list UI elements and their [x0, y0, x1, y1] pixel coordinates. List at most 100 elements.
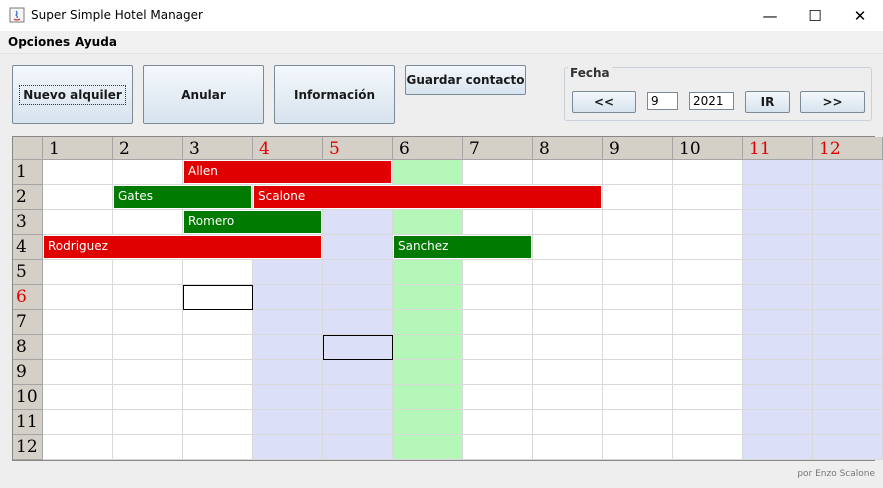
grid-cell[interactable] — [533, 285, 603, 310]
grid-cell[interactable] — [393, 335, 463, 360]
grid-cell[interactable] — [813, 260, 883, 285]
grid-cell[interactable] — [393, 410, 463, 435]
grid-cell[interactable] — [113, 360, 183, 385]
booking-bar[interactable]: Gates — [113, 185, 252, 209]
grid-cell[interactable] — [813, 210, 883, 235]
grid-cell[interactable] — [253, 360, 323, 385]
grid-cell[interactable] — [183, 360, 253, 385]
booking-bar[interactable]: Romero — [183, 210, 322, 234]
grid-cell[interactable] — [253, 385, 323, 410]
grid-cell[interactable] — [113, 335, 183, 360]
grid-cell[interactable] — [43, 335, 113, 360]
maximize-button[interactable]: ☐ — [792, 0, 838, 31]
grid-cell[interactable] — [813, 335, 883, 360]
grid-cell[interactable] — [603, 385, 673, 410]
grid-cell[interactable] — [113, 210, 183, 235]
cancel-button[interactable]: Anular — [143, 65, 264, 124]
grid-cell[interactable] — [253, 310, 323, 335]
grid-cell[interactable] — [113, 385, 183, 410]
grid-cell[interactable] — [463, 435, 533, 460]
grid-cell[interactable] — [813, 235, 883, 260]
grid-cell[interactable] — [673, 360, 743, 385]
menu-ayuda[interactable]: Ayuda — [75, 35, 117, 49]
grid-cell[interactable] — [603, 260, 673, 285]
grid-cell[interactable] — [323, 285, 393, 310]
grid-cell[interactable] — [673, 285, 743, 310]
grid-cell[interactable] — [43, 435, 113, 460]
month-input[interactable]: 9 — [647, 92, 678, 110]
grid-cell[interactable] — [183, 335, 253, 360]
grid-cell[interactable] — [113, 285, 183, 310]
grid-cell[interactable] — [603, 335, 673, 360]
grid-cell[interactable] — [253, 285, 323, 310]
grid-cell[interactable] — [393, 260, 463, 285]
grid-cell[interactable] — [673, 210, 743, 235]
grid-cell[interactable] — [463, 360, 533, 385]
next-month-button[interactable]: >> — [800, 91, 865, 113]
grid-cell[interactable] — [743, 310, 813, 335]
grid-cell[interactable] — [813, 285, 883, 310]
grid-cell[interactable] — [603, 235, 673, 260]
grid-cell[interactable] — [43, 285, 113, 310]
grid-cell[interactable] — [393, 385, 463, 410]
grid-cell[interactable] — [743, 285, 813, 310]
grid-cell[interactable] — [393, 435, 463, 460]
grid-cell[interactable] — [393, 310, 463, 335]
grid-cell[interactable] — [113, 435, 183, 460]
grid-cell[interactable] — [743, 335, 813, 360]
grid-cell[interactable] — [253, 260, 323, 285]
grid-cell[interactable] — [393, 360, 463, 385]
grid-cell[interactable] — [43, 210, 113, 235]
grid-cell[interactable] — [813, 410, 883, 435]
grid-cell[interactable] — [743, 410, 813, 435]
grid-cell[interactable] — [533, 310, 603, 335]
grid-cell[interactable] — [463, 160, 533, 185]
grid-cell[interactable] — [533, 235, 603, 260]
grid-cell[interactable] — [813, 310, 883, 335]
grid-cell[interactable] — [533, 260, 603, 285]
grid-cell[interactable] — [393, 210, 463, 235]
grid-cell[interactable] — [533, 360, 603, 385]
grid-cell[interactable] — [743, 385, 813, 410]
grid-cell[interactable] — [673, 185, 743, 210]
grid-cell[interactable] — [673, 385, 743, 410]
grid-cell[interactable] — [43, 410, 113, 435]
grid-cell[interactable] — [673, 160, 743, 185]
grid-cell[interactable] — [603, 160, 673, 185]
grid-cell[interactable] — [603, 285, 673, 310]
grid-cell[interactable] — [323, 360, 393, 385]
grid-cell[interactable] — [113, 160, 183, 185]
booking-bar[interactable]: Scalone — [253, 185, 602, 209]
grid-cell[interactable] — [673, 335, 743, 360]
grid-cell[interactable] — [673, 310, 743, 335]
grid-cell[interactable] — [323, 435, 393, 460]
save-contact-button[interactable]: Guardar contacto — [405, 65, 526, 95]
grid-cell[interactable] — [603, 310, 673, 335]
grid-cell[interactable] — [533, 335, 603, 360]
grid-cell[interactable] — [533, 385, 603, 410]
grid-cell[interactable] — [533, 160, 603, 185]
grid-cell[interactable] — [813, 160, 883, 185]
new-rental-button[interactable]: Nuevo alquiler — [12, 65, 133, 124]
grid-cell[interactable] — [113, 260, 183, 285]
close-button[interactable]: ✕ — [837, 0, 883, 31]
grid-cell[interactable] — [43, 260, 113, 285]
grid-cell[interactable] — [463, 385, 533, 410]
grid-cell[interactable] — [323, 410, 393, 435]
grid-cell[interactable] — [113, 410, 183, 435]
info-button[interactable]: Información — [274, 65, 395, 124]
grid-cell[interactable] — [253, 410, 323, 435]
grid-cell[interactable] — [323, 310, 393, 335]
grid-cell[interactable] — [183, 385, 253, 410]
grid-cell[interactable] — [813, 185, 883, 210]
grid-cell[interactable] — [533, 210, 603, 235]
grid-cell[interactable] — [253, 435, 323, 460]
grid-cell[interactable] — [323, 385, 393, 410]
booking-bar[interactable]: Rodriguez — [43, 235, 322, 259]
grid-cell[interactable] — [533, 435, 603, 460]
grid-cell[interactable] — [603, 435, 673, 460]
grid-cell[interactable] — [463, 310, 533, 335]
grid-cell[interactable] — [673, 260, 743, 285]
grid-cell[interactable] — [113, 310, 183, 335]
grid-cell[interactable] — [183, 260, 253, 285]
